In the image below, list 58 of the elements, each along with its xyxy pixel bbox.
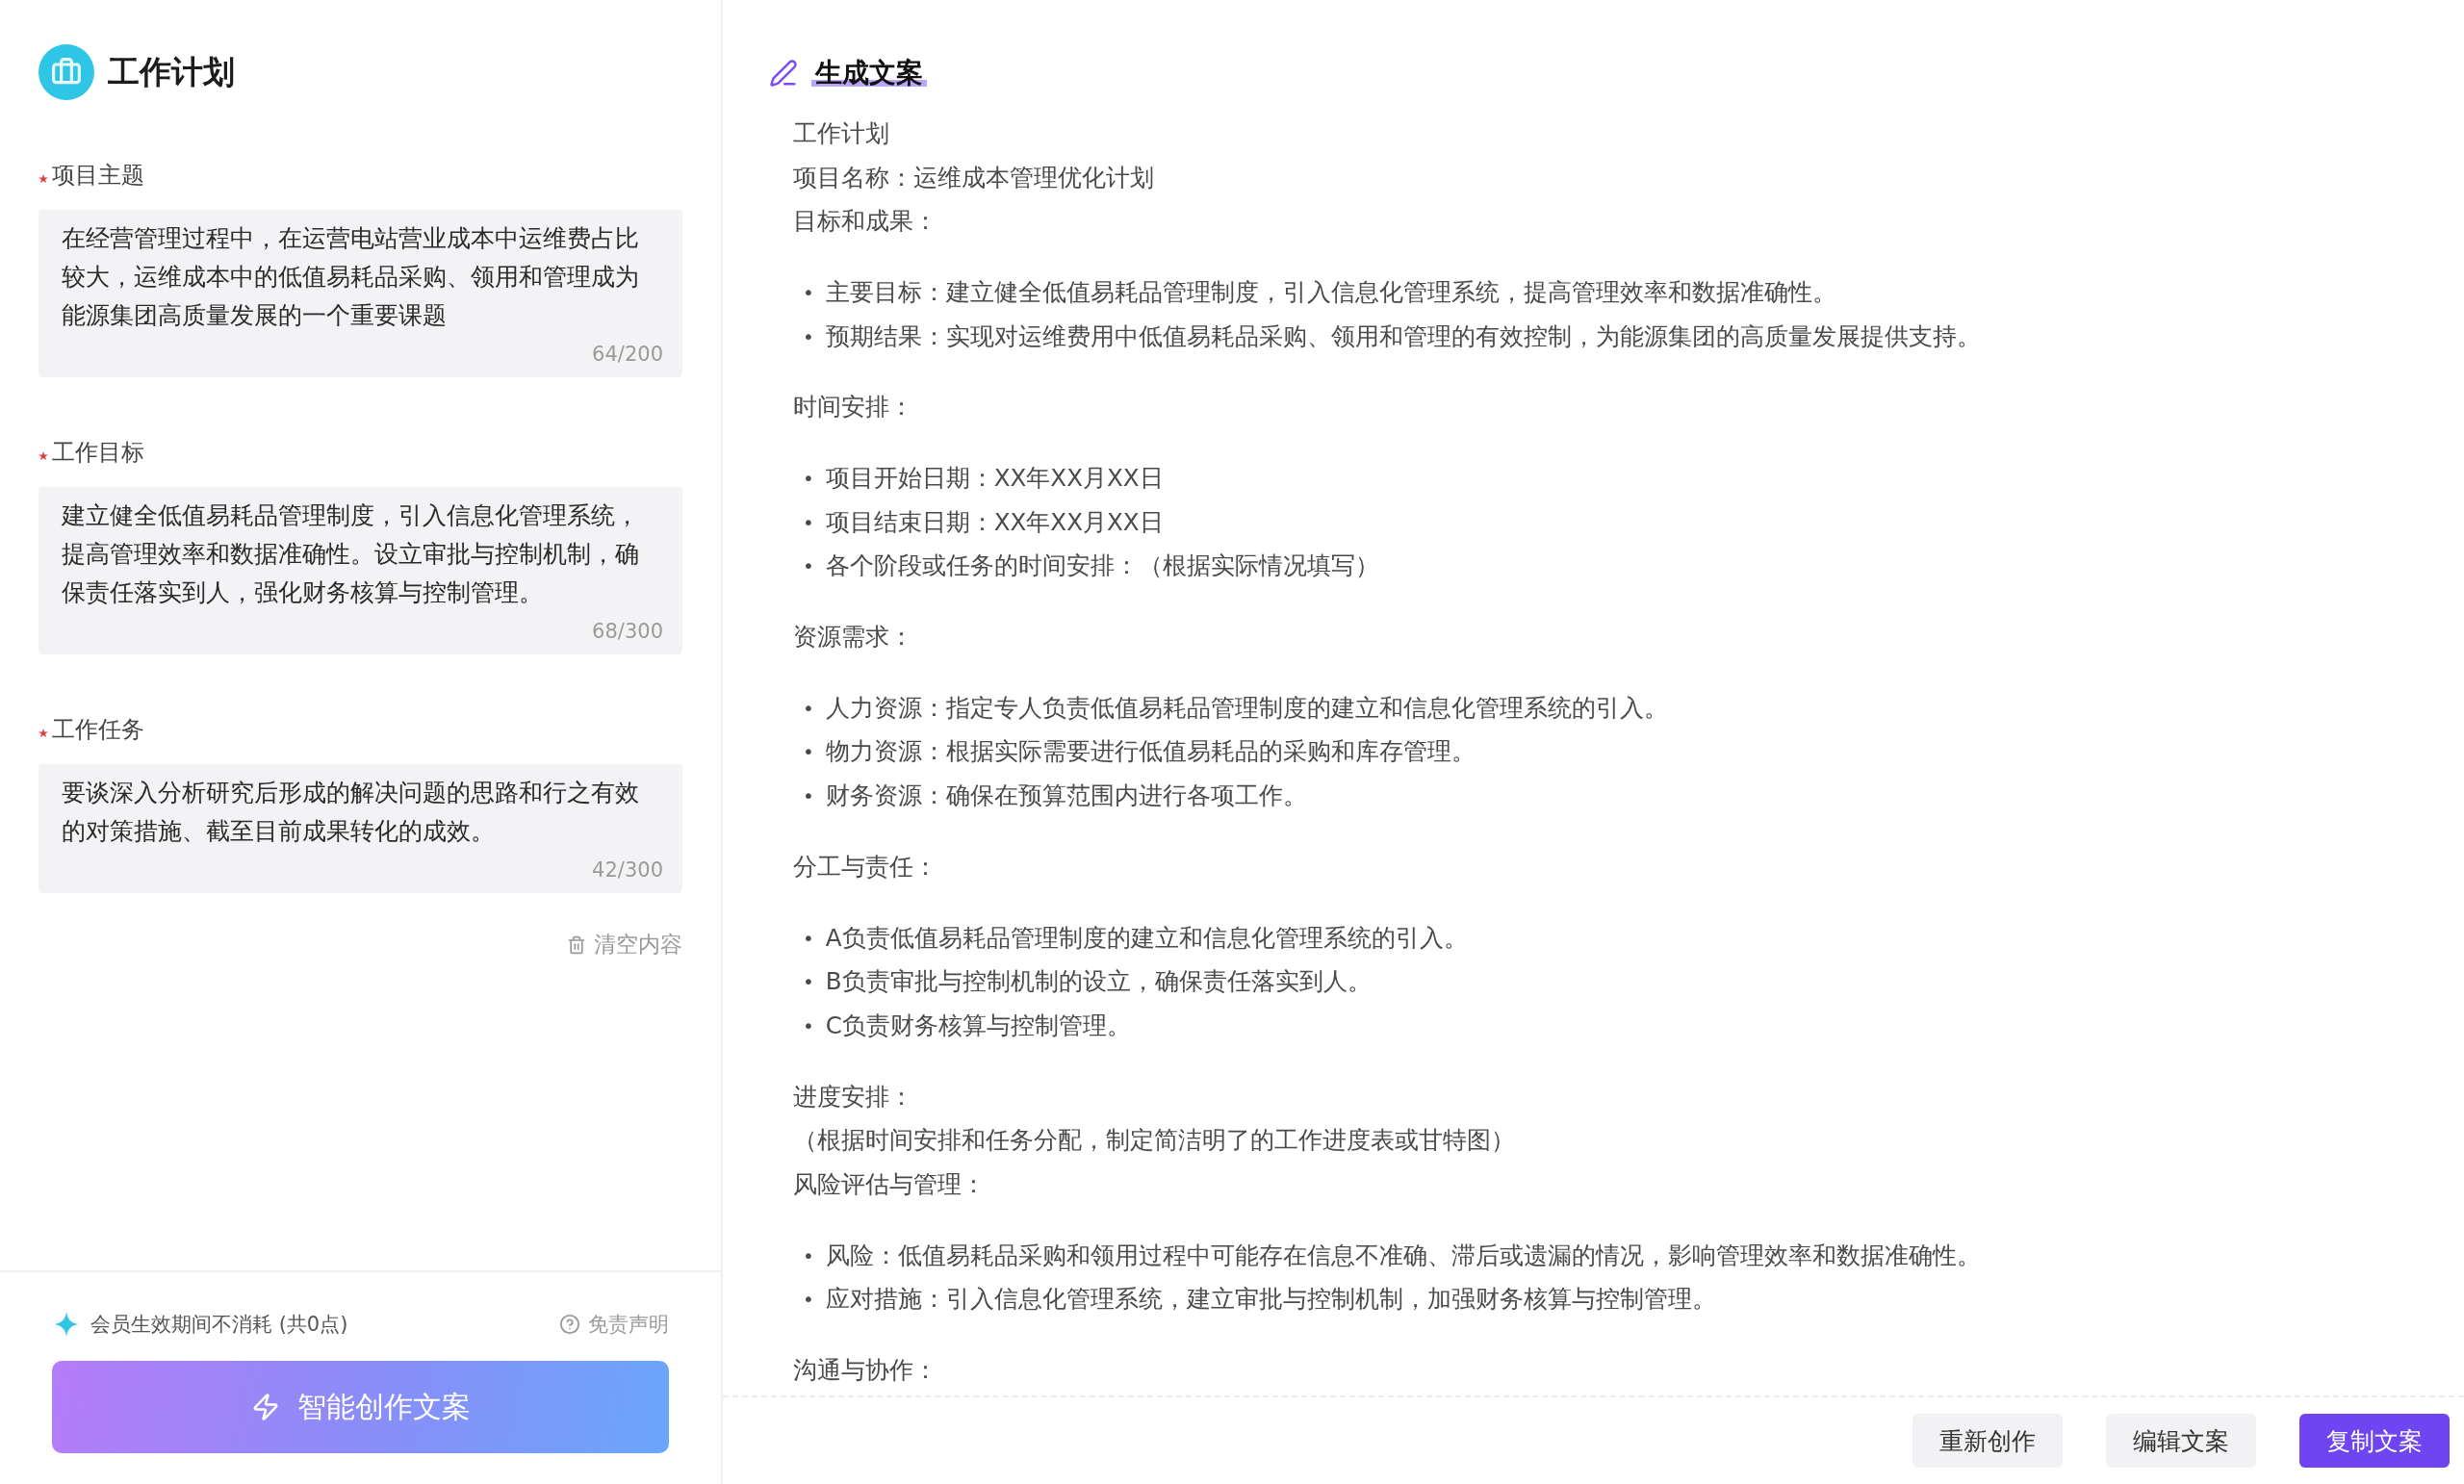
text-line: 风险评估与管理：	[793, 1169, 987, 1201]
action-button[interactable]: 重新创作	[1912, 1414, 2063, 1468]
sparkle-icon	[54, 1312, 79, 1337]
bullet-mark: •	[803, 553, 814, 579]
list-item: B负责审批与控制机制的设立，确保责任落实到人。	[825, 966, 1372, 998]
membership-note: 会员生效期间不消耗 (共0点)	[90, 1312, 348, 1338]
list-item: 各个阶段或任务的时间安排：（根据实际情况填写）	[825, 550, 1379, 582]
text-line: 资源需求：	[793, 622, 914, 653]
list-item: 预期结果：实现对运维费用中低值易耗品采购、领用和管理的有效控制，为能源集团的高质量发展提供支持。	[825, 320, 1981, 352]
text-line: 时间安排：	[793, 392, 914, 423]
text-line: 进度安排：	[793, 1081, 914, 1113]
bullet-mark: •	[803, 509, 814, 535]
pencil-icon	[769, 59, 798, 88]
list-item: 财务资源：确保在预算范围内进行各项工作。	[825, 780, 1307, 812]
field-label: 项目主题	[52, 161, 144, 191]
char-counter: 42/300	[592, 858, 663, 882]
bullet-mark: •	[803, 1012, 814, 1038]
text-area[interactable]: 建立健全低值易耗品管理制度，引入信息化管理系统，提高管理效率和数据准确性。设立审批与控制机制，确保责任落实到人，强化财务核算与控制管理。 68/300	[38, 487, 682, 654]
required-icon	[38, 729, 48, 738]
text-line: 分工与责任：	[793, 852, 938, 883]
list-item: 人力资源：指定专人负责低值易耗品管理制度的建立和信息化管理系统的引入。	[825, 692, 1668, 724]
bullet-mark: •	[803, 695, 814, 721]
text-line: 项目名称：运维成本管理优化计划	[793, 162, 1155, 193]
list-item: 项目开始日期：XX年XX月XX日	[825, 463, 1164, 495]
action-button[interactable]: 编辑文案	[2106, 1414, 2256, 1468]
required-icon	[38, 174, 48, 184]
list-item: 主要目标：建立健全低值易耗品管理制度，引入信息化管理系统，提高管理效率和数据准确性。	[825, 276, 1836, 308]
char-counter: 68/300	[592, 620, 663, 643]
bullet-mark: •	[803, 1287, 814, 1313]
bullet-mark: •	[803, 739, 814, 765]
briefcase-icon	[38, 44, 94, 100]
list-item: 项目结束日期：XX年XX月XX日	[825, 506, 1164, 538]
help-icon	[559, 1314, 580, 1335]
bullet-mark: •	[803, 925, 814, 951]
bullet-mark: •	[803, 783, 814, 809]
bullet-mark: •	[803, 279, 814, 305]
text-line: 工作计划	[793, 118, 890, 149]
bullet-mark: •	[803, 323, 814, 349]
list-item: 风险：低值易耗品采购和领用过程中可能存在信息不准确、滞后或遗漏的情况，影响管理效率和数据准确性。	[825, 1240, 1981, 1271]
copy-button[interactable]: 复制文案	[2299, 1414, 2450, 1468]
list-item: A负责低值易耗品管理制度的建立和信息化管理系统的引入。	[825, 922, 1468, 954]
list-item: 物力资源：根据实际需要进行低值易耗品的采购和库存管理。	[825, 736, 1476, 768]
text-area[interactable]: 在经营管理过程中，在运营电站营业成本中运维费占比较大，运维成本中的低值易耗品采购、领用和管理成为能源集团高质量发展的一个重要课题 64/200	[38, 210, 682, 377]
list-item: C负责财务核算与控制管理。	[825, 1010, 1131, 1041]
text-area[interactable]: 要谈深入分析研究后形成的解决问题的思路和行之有效的对策措施、截至目前成果转化的成效。 42/300	[38, 764, 682, 893]
field-label: 工作目标	[52, 438, 144, 468]
list-item: 应对措施：引入信息化管理系统，建立审批与控制机制，加强财务核算与控制管理。	[825, 1284, 1716, 1316]
text-line: （根据时间安排和任务分配，制定简洁明了的工作进度表或甘特图）	[793, 1125, 1516, 1157]
field-label: 工作任务	[52, 715, 144, 745]
text-line: 目标和成果：	[793, 206, 938, 238]
text-line: 沟通与协作：	[793, 1355, 938, 1387]
char-counter: 64/200	[592, 343, 663, 366]
bullet-mark: •	[803, 969, 814, 995]
required-icon	[38, 451, 48, 461]
app-title: 工作计划	[108, 51, 235, 92]
bullet-mark: •	[803, 1242, 814, 1268]
trash-icon	[567, 934, 586, 955]
bullet-mark: •	[803, 466, 814, 492]
